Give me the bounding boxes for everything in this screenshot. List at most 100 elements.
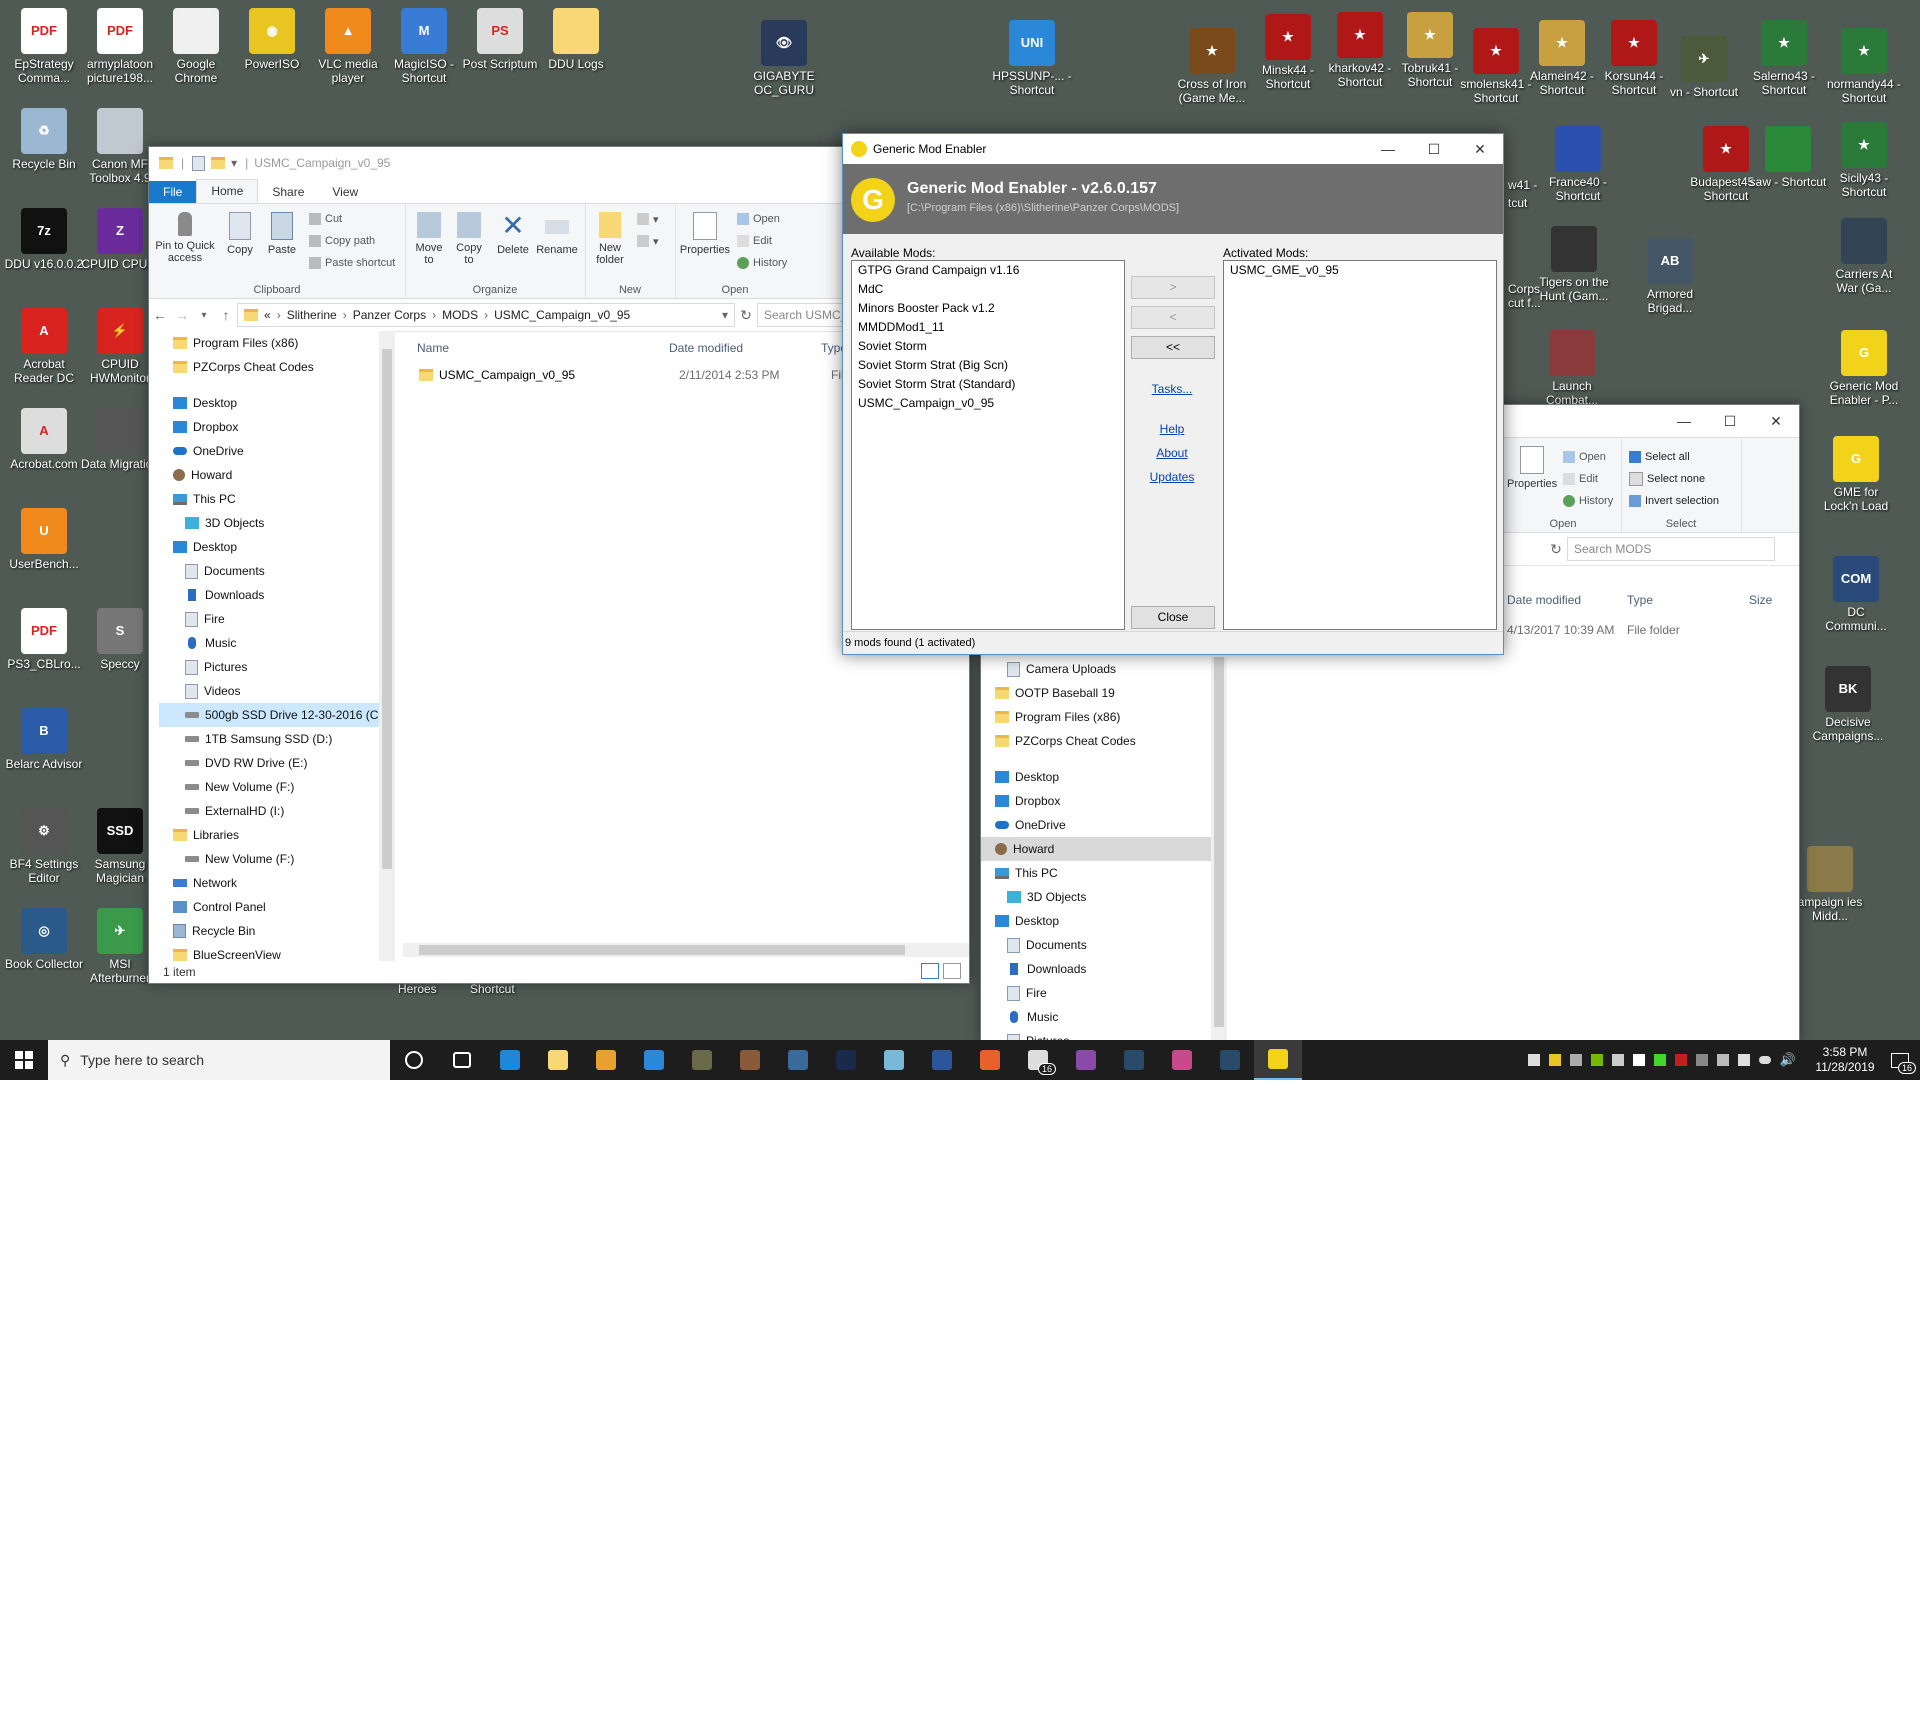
media-player-taskbar-button[interactable]: [582, 1040, 630, 1080]
nav-item[interactable]: This PC: [159, 487, 379, 511]
pin-to-quick-access-button[interactable]: Pin to Quick access: [153, 212, 217, 264]
breadcrumb-item[interactable]: «: [264, 308, 271, 322]
nvidia-icon[interactable]: [1590, 1054, 1603, 1066]
nav-item[interactable]: OneDrive: [159, 439, 379, 463]
column-type[interactable]: Type: [1627, 593, 1653, 607]
open-button[interactable]: Open: [1563, 448, 1606, 466]
mod-list-item[interactable]: GTPG Grand Campaign v1.16: [852, 261, 1124, 280]
history-button[interactable]: History: [1563, 492, 1613, 510]
search-input[interactable]: Search MODS: [1567, 537, 1775, 561]
history-button[interactable]: History: [737, 254, 787, 272]
shield-icon[interactable]: [1527, 1054, 1540, 1066]
taskbar-search[interactable]: ⚲ Type here to search: [48, 1040, 390, 1080]
mail-taskbar-button[interactable]: 16: [1014, 1040, 1062, 1080]
desktop-icon[interactable]: ◉ PowerISO: [232, 8, 312, 71]
msi-icon[interactable]: [1674, 1054, 1687, 1066]
notes-taskbar-button[interactable]: [870, 1040, 918, 1080]
paste-button[interactable]: Paste: [263, 212, 301, 256]
close-window-button[interactable]: ✕: [1753, 405, 1799, 437]
clock[interactable]: 3:58 PM 11/28/2019: [1810, 1045, 1880, 1075]
breadcrumb-item[interactable]: Panzer Corps: [353, 308, 426, 322]
nav-item[interactable]: Program Files (x86): [159, 331, 379, 355]
steam-2-taskbar-button[interactable]: [1206, 1040, 1254, 1080]
desktop-icon[interactable]: saw - Shortcut: [1748, 126, 1828, 189]
desktop-icon[interactable]: ⚙ BF4 Settings Editor: [4, 808, 84, 885]
deactivate-mod-button[interactable]: <: [1131, 306, 1215, 329]
notification-center-button[interactable]: 16: [1880, 1040, 1920, 1080]
help-link[interactable]: Help: [1127, 422, 1217, 436]
properties-button[interactable]: Properties: [1507, 446, 1557, 490]
steam-taskbar-button[interactable]: [1110, 1040, 1158, 1080]
desktop-icon[interactable]: PDF PS3_CBLro...: [4, 608, 84, 671]
mod-list-item[interactable]: USMC_Campaign_v0_95: [852, 394, 1124, 413]
ssd-icon[interactable]: [1695, 1054, 1708, 1066]
gme-taskbar-button[interactable]: [1254, 1040, 1302, 1080]
nav-item[interactable]: Dropbox: [159, 415, 379, 439]
nav-item[interactable]: Videos: [159, 679, 379, 703]
activate-mod-button[interactable]: >: [1131, 276, 1215, 299]
start-button[interactable]: [0, 1040, 48, 1080]
nav-item[interactable]: Downloads: [159, 583, 379, 607]
large-icons-view-icon[interactable]: [943, 963, 961, 979]
file-explorer-taskbar-button[interactable]: [534, 1040, 582, 1080]
desktop-icon[interactable]: ✈ vn - Shortcut: [1664, 36, 1744, 99]
forward-arrow-icon[interactable]: →: [171, 307, 193, 323]
desktop-icon[interactable]: B Belarc Advisor: [4, 708, 84, 771]
nav-item[interactable]: PZCorps Cheat Codes: [159, 355, 379, 379]
tasks-link[interactable]: Tasks...: [1127, 382, 1217, 396]
edge-taskbar-button[interactable]: [486, 1040, 534, 1080]
nav-item[interactable]: Desktop: [159, 535, 379, 559]
desktop-icon[interactable]: 7z DDU v16.0.0.2: [4, 208, 84, 271]
desktop-icon[interactable]: ★ normandy44 - Shortcut: [1824, 28, 1904, 105]
address-dropdown-icon[interactable]: ▾: [722, 308, 728, 322]
usb-icon[interactable]: [1716, 1054, 1729, 1066]
onedrive-icon[interactable]: [1758, 1056, 1771, 1064]
breadcrumb-item[interactable]: USMC_Campaign_v0_95: [494, 308, 630, 322]
nav-item[interactable]: Howard: [981, 837, 1211, 861]
desktop-icon[interactable]: ★ Cross of Iron (Game Me...: [1172, 28, 1252, 105]
nav-item[interactable]: Howard: [159, 463, 379, 487]
desktop-icon[interactable]: ▲ VLC media player: [308, 8, 388, 85]
firefox-taskbar-button[interactable]: [966, 1040, 1014, 1080]
refresh-icon[interactable]: ↻: [1545, 541, 1567, 558]
back-arrow-icon[interactable]: ←: [149, 307, 171, 323]
pen-icon[interactable]: [1569, 1054, 1582, 1066]
skype-taskbar-button[interactable]: [630, 1040, 678, 1080]
tab-view[interactable]: View: [318, 181, 372, 203]
nav-item[interactable]: BlueScreenView: [159, 943, 379, 961]
copy-to-button[interactable]: Copy to: [451, 212, 487, 266]
cortana-taskbar-button[interactable]: [390, 1040, 438, 1080]
desktop-icon[interactable]: ★ Alamein42 - Shortcut: [1522, 20, 1602, 97]
easy-access-button[interactable]: ▾: [637, 232, 659, 250]
desktop-icon[interactable]: COM DC Communi...: [1816, 556, 1896, 633]
tab-file[interactable]: File: [149, 181, 197, 203]
nav-item[interactable]: Documents: [981, 933, 1211, 957]
column-date[interactable]: Date modified: [669, 341, 743, 355]
properties-button[interactable]: Properties: [677, 212, 733, 256]
column-size[interactable]: Size: [1749, 593, 1772, 607]
gog-taskbar-button[interactable]: [1062, 1040, 1110, 1080]
up-arrow-icon[interactable]: ↑: [215, 307, 237, 323]
desktop-icon[interactable]: ★ Sicily43 - Shortcut: [1824, 122, 1904, 199]
nav-item[interactable]: Fire: [159, 607, 379, 631]
desktop-icon[interactable]: BK Decisive Campaigns...: [1808, 666, 1888, 743]
desktop-icon[interactable]: ★ kharkov42 - Shortcut: [1320, 12, 1400, 89]
desktop-icon[interactable]: ampaign ies Midd...: [1790, 846, 1870, 923]
task-view-taskbar-button[interactable]: [438, 1040, 486, 1080]
mod-list-item[interactable]: Soviet Storm: [852, 337, 1124, 356]
rename-button[interactable]: Rename: [535, 212, 579, 256]
game-1-taskbar-button[interactable]: [678, 1040, 726, 1080]
select-all-button[interactable]: Select all: [1629, 448, 1690, 466]
nav-item[interactable]: Dropbox: [981, 789, 1211, 813]
desktop-icon[interactable]: G GME for Lock'n Load: [1816, 436, 1896, 513]
nav-scrollbar-thumb[interactable]: [1214, 657, 1224, 1027]
oculus-taskbar-button[interactable]: [774, 1040, 822, 1080]
activated-mods-list[interactable]: USMC_GME_v0_95: [1223, 260, 1497, 630]
nav-item[interactable]: ExternalHD (I:): [159, 799, 379, 823]
desktop-icon[interactable]: DDU Logs: [536, 8, 616, 71]
desktop-icon[interactable]: AB Armored Brigad...: [1630, 238, 1710, 315]
nav-item[interactable]: Pictures: [159, 655, 379, 679]
amazon-music-taskbar-button[interactable]: [822, 1040, 870, 1080]
move-to-button[interactable]: Move to: [411, 212, 447, 266]
network-tray-icon[interactable]: [1611, 1054, 1624, 1066]
